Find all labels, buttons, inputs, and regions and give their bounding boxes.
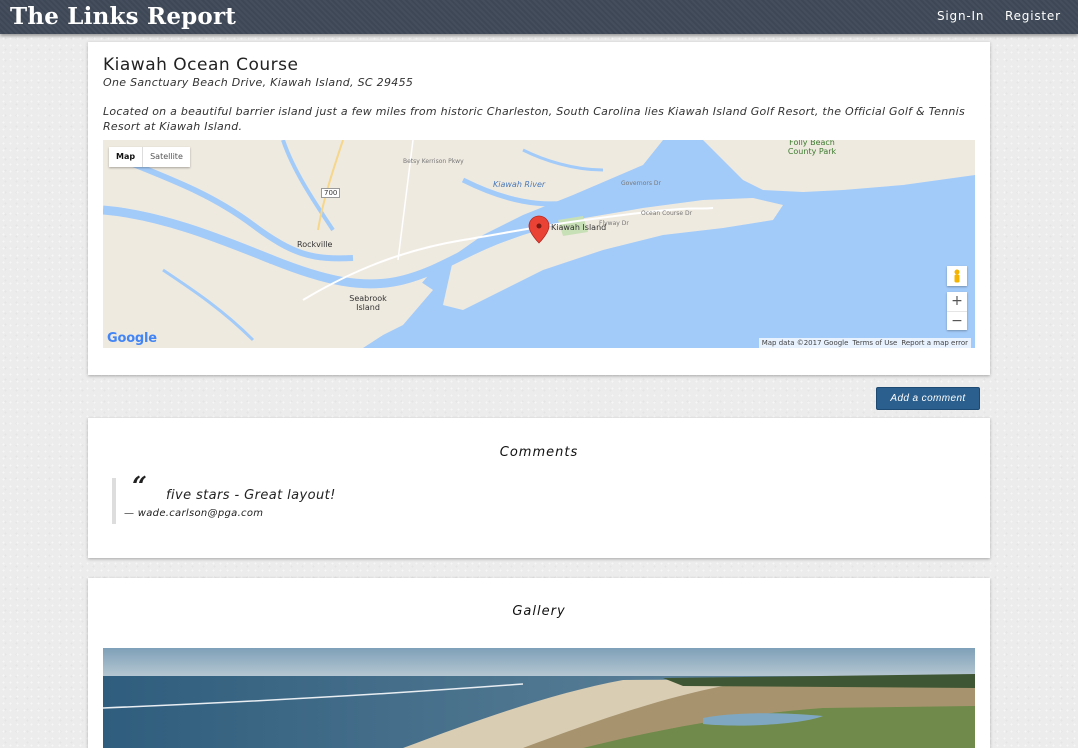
comments-card: Comments “ five stars - Great layout! — … xyxy=(88,418,990,558)
label-rockville: Rockville xyxy=(297,240,333,249)
course-title: Kiawah Ocean Course xyxy=(103,55,299,75)
comments-heading: Comments xyxy=(499,445,579,460)
label-governors-dr: Governors Dr xyxy=(621,180,661,187)
comment-item: “ five stars - Great layout! — wade.carl… xyxy=(112,472,524,524)
terms-link[interactable]: Terms of Use xyxy=(852,339,897,347)
comment-separator: - xyxy=(229,488,245,503)
map[interactable]: Map Satellite Rockville Seabrook Island … xyxy=(103,140,975,348)
navbar: The Links Report Sign-In Register xyxy=(0,0,1078,34)
zoom-control: + − xyxy=(947,292,967,330)
map-canvas xyxy=(103,140,975,348)
map-type-toggle: Map Satellite xyxy=(109,147,190,167)
register-link[interactable]: Register xyxy=(1005,9,1061,23)
course-card: Kiawah Ocean Course One Sanctuary Beach … xyxy=(88,42,990,375)
add-comment-button[interactable]: Add a comment xyxy=(876,387,980,410)
course-address: One Sanctuary Beach Drive, Kiawah Island… xyxy=(103,76,414,89)
comment-author: — wade.carlson@pga.com xyxy=(124,508,264,519)
google-logo: Google xyxy=(107,331,157,346)
report-error-link[interactable]: Report a map error xyxy=(901,339,968,347)
folly-land xyxy=(703,140,975,192)
label-seabrook: Seabrook Island xyxy=(349,294,387,312)
signin-link[interactable]: Sign-In xyxy=(937,9,984,23)
map-footer: Map data ©2017 Google Terms of Use Repor… xyxy=(758,338,971,348)
gallery-image[interactable] xyxy=(103,648,975,748)
label-route-700: 700 xyxy=(321,188,341,198)
gallery-photo xyxy=(103,648,975,748)
comment-text: Great layout! xyxy=(244,488,336,503)
quote-icon: “ xyxy=(132,472,147,502)
gallery-card: Gallery xyxy=(88,578,990,748)
zoom-out-button[interactable]: − xyxy=(947,312,967,331)
course-description: Located on a beautiful barrier island ju… xyxy=(103,105,965,133)
label-kiawah-river: Kiawah River xyxy=(493,180,546,189)
google-logo-text: Google xyxy=(107,331,157,346)
label-flyway-dr: Flyway Dr xyxy=(599,220,629,227)
gallery-heading: Gallery xyxy=(512,604,566,619)
label-kiawah-island: Kiawah Island xyxy=(551,223,607,232)
brand-logo[interactable]: The Links Report xyxy=(10,3,236,30)
zoom-in-button[interactable]: + xyxy=(947,292,967,312)
label-folly-beach: Folly Beach County Park xyxy=(787,140,837,156)
label-ocean-course-dr: Ocean Course Dr xyxy=(641,210,693,217)
pegman-icon[interactable] xyxy=(947,266,967,286)
comment-body: five stars - Great layout! xyxy=(166,488,336,503)
label-betsy-kerrison: Betsy Kerrison Pkwy xyxy=(403,158,464,165)
map-type-satellite[interactable]: Satellite xyxy=(143,147,190,167)
comment-rating: five stars xyxy=(166,488,230,503)
map-data-attribution: Map data ©2017 Google xyxy=(761,339,849,347)
map-type-map[interactable]: Map xyxy=(109,147,144,167)
